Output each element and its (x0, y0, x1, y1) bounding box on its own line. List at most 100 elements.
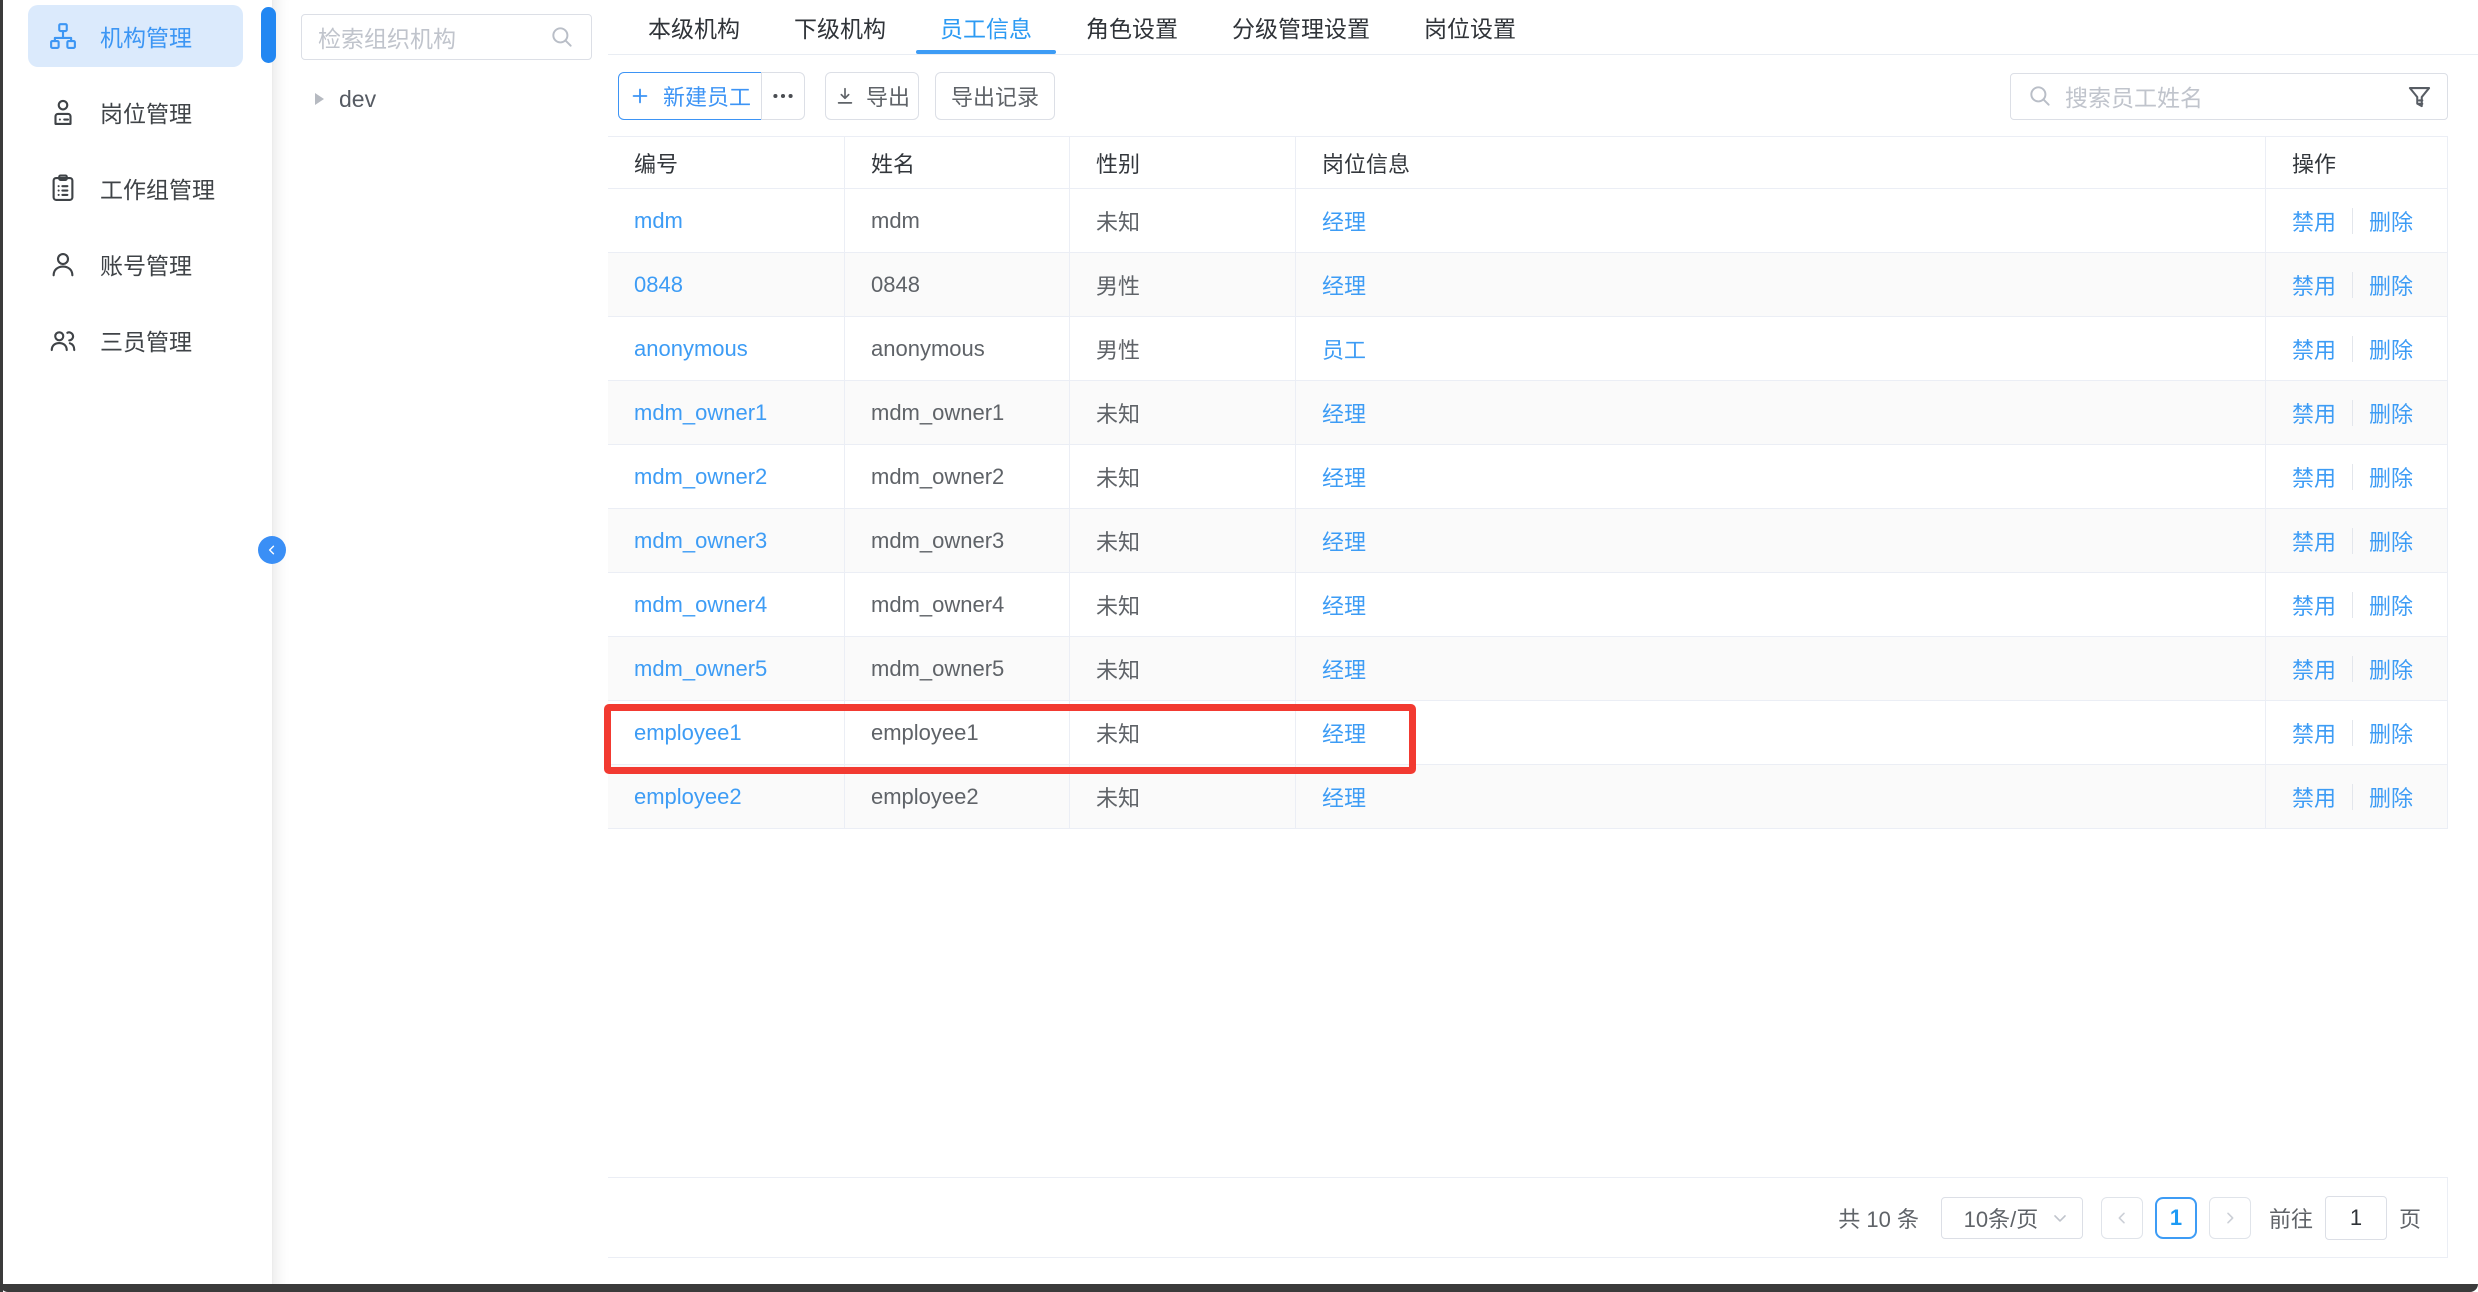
disable-action-link[interactable]: 禁用 (2292, 333, 2336, 365)
new-employee-button[interactable]: 新建员工 (618, 72, 762, 120)
export-log-button[interactable]: 导出记录 (935, 72, 1055, 120)
employee-id-link[interactable]: mdm_owner1 (634, 400, 767, 426)
badge-user-icon (48, 97, 78, 127)
employee-position-link[interactable]: 经理 (1322, 781, 1366, 813)
export-button[interactable]: 导出 (825, 72, 919, 120)
disable-action-link[interactable]: 禁用 (2292, 205, 2336, 237)
chevron-right-icon (2222, 1210, 2238, 1226)
download-icon (834, 85, 856, 107)
employee-gender-cell: 未知 (1070, 765, 1296, 828)
employee-position-link[interactable]: 经理 (1322, 397, 1366, 429)
chevron-down-icon (2050, 1208, 2070, 1228)
employee-position-link[interactable]: 经理 (1322, 525, 1366, 557)
chevron-left-icon (2114, 1210, 2130, 1226)
filter-icon[interactable] (2406, 83, 2433, 110)
disable-action-link[interactable]: 禁用 (2292, 461, 2336, 493)
org-tree-search-input[interactable]: 检索组织机构 (301, 14, 592, 60)
sidebar-item-label: 岗位管理 (100, 95, 192, 129)
clipboard-icon (48, 173, 78, 203)
employee-gender-cell: 未知 (1070, 445, 1296, 508)
tab-level-management-settings[interactable]: 分级管理设置 (1232, 0, 1370, 54)
disable-action-link[interactable]: 禁用 (2292, 589, 2336, 621)
delete-action-link[interactable]: 删除 (2369, 269, 2413, 301)
caret-right-icon[interactable] (315, 93, 324, 105)
delete-action-link[interactable]: 删除 (2369, 781, 2413, 813)
tab-current-org[interactable]: 本级机构 (648, 0, 740, 54)
sidebar-item-workgroup-management[interactable]: 工作组管理 (28, 157, 243, 219)
tab-bar: 本级机构 下级机构 员工信息 角色设置 分级管理设置 岗位设置 (608, 0, 2478, 55)
action-divider (2352, 208, 2353, 234)
disable-action-link[interactable]: 禁用 (2292, 269, 2336, 301)
collapse-panel-button[interactable] (258, 536, 286, 564)
employee-id-link[interactable]: mdm (634, 208, 683, 234)
delete-action-link[interactable]: 删除 (2369, 333, 2413, 365)
delete-action-link[interactable]: 删除 (2369, 397, 2413, 429)
employee-search-placeholder: 搜索员工姓名 (2065, 79, 2394, 113)
action-divider (2352, 592, 2353, 618)
next-page-button[interactable] (2209, 1197, 2251, 1239)
employee-search-input[interactable]: 搜索员工姓名 (2010, 73, 2448, 120)
delete-action-link[interactable]: 删除 (2369, 589, 2413, 621)
employee-position-link[interactable]: 经理 (1322, 461, 1366, 493)
toolbar: 新建员工 导出 导出记录 搜索员工姓名 (618, 72, 2448, 120)
employee-id-link[interactable]: mdm_owner5 (634, 656, 767, 682)
employee-position-link[interactable]: 经理 (1322, 205, 1366, 237)
employee-position-link[interactable]: 经理 (1322, 653, 1366, 685)
employee-name-cell: employee2 (845, 765, 1070, 828)
column-header-actions: 操作 (2266, 137, 2447, 188)
window-bottom-edge (0, 1284, 2478, 1292)
delete-action-link[interactable]: 删除 (2369, 461, 2413, 493)
employee-id-link[interactable]: employee1 (634, 720, 742, 746)
more-actions-button[interactable] (761, 72, 805, 120)
employee-id-link[interactable]: anonymous (634, 336, 748, 362)
tab-role-settings[interactable]: 角色设置 (1086, 0, 1178, 54)
disable-action-link[interactable]: 禁用 (2292, 525, 2336, 557)
employee-id-link[interactable]: mdm_owner3 (634, 528, 767, 554)
delete-action-link[interactable]: 删除 (2369, 653, 2413, 685)
employee-id-link[interactable]: 0848 (634, 272, 683, 298)
tab-post-settings[interactable]: 岗位设置 (1424, 0, 1516, 54)
employee-position-link[interactable]: 经理 (1322, 589, 1366, 621)
employee-gender-cell: 未知 (1070, 573, 1296, 636)
table-row: mdm_owner4 mdm_owner4 未知 经理 禁用 删除 (608, 573, 2447, 637)
table-body: mdm mdm 未知 经理 禁用 删除 0848 0848 男性 经理 禁用 删… (608, 189, 2447, 829)
sidebar-item-label: 三员管理 (100, 323, 192, 357)
table-row: mdm_owner3 mdm_owner3 未知 经理 禁用 删除 (608, 509, 2447, 573)
employee-name-cell: mdm_owner1 (845, 381, 1070, 444)
employee-id-link[interactable]: mdm_owner2 (634, 464, 767, 490)
employee-name-cell: anonymous (845, 317, 1070, 380)
employee-name-cell: 0848 (845, 253, 1070, 316)
table-header-row: 编号 姓名 性别 岗位信息 操作 (608, 136, 2447, 189)
table-row: mdm_owner1 mdm_owner1 未知 经理 禁用 删除 (608, 381, 2447, 445)
sidebar-item-post-management[interactable]: 岗位管理 (28, 81, 243, 143)
employee-position-link[interactable]: 经理 (1322, 717, 1366, 749)
org-tree-panel: 检索组织机构 dev (272, 0, 608, 1284)
employee-name-cell: mdm_owner4 (845, 573, 1070, 636)
plus-icon (629, 85, 651, 107)
tab-sub-org[interactable]: 下级机构 (794, 0, 886, 54)
disable-action-link[interactable]: 禁用 (2292, 781, 2336, 813)
disable-action-link[interactable]: 禁用 (2292, 397, 2336, 429)
page-number-button[interactable]: 1 (2155, 1197, 2197, 1239)
tree-node-dev[interactable]: dev (315, 80, 376, 118)
column-header-position: 岗位信息 (1296, 137, 2266, 188)
delete-action-link[interactable]: 删除 (2369, 205, 2413, 237)
goto-page-input[interactable]: 1 (2325, 1196, 2387, 1240)
employee-id-link[interactable]: mdm_owner4 (634, 592, 767, 618)
employee-name-cell: mdm_owner2 (845, 445, 1070, 508)
employee-position-link[interactable]: 经理 (1322, 269, 1366, 301)
sidebar-item-account-management[interactable]: 账号管理 (28, 233, 243, 295)
disable-action-link[interactable]: 禁用 (2292, 717, 2336, 749)
delete-action-link[interactable]: 删除 (2369, 525, 2413, 557)
employee-gender-cell: 未知 (1070, 509, 1296, 572)
disable-action-link[interactable]: 禁用 (2292, 653, 2336, 685)
page-size-select[interactable]: 10条/页 (1941, 1197, 2083, 1239)
delete-action-link[interactable]: 删除 (2369, 717, 2413, 749)
sidebar-item-org-management[interactable]: 机构管理 (28, 5, 243, 67)
employee-position-link[interactable]: 员工 (1322, 333, 1366, 365)
tab-employee-info[interactable]: 员工信息 (940, 0, 1032, 54)
prev-page-button[interactable] (2101, 1197, 2143, 1239)
sidebar-item-label: 机构管理 (100, 19, 192, 53)
sidebar-item-three-roles-management[interactable]: 三员管理 (28, 309, 243, 371)
employee-id-link[interactable]: employee2 (634, 784, 742, 810)
